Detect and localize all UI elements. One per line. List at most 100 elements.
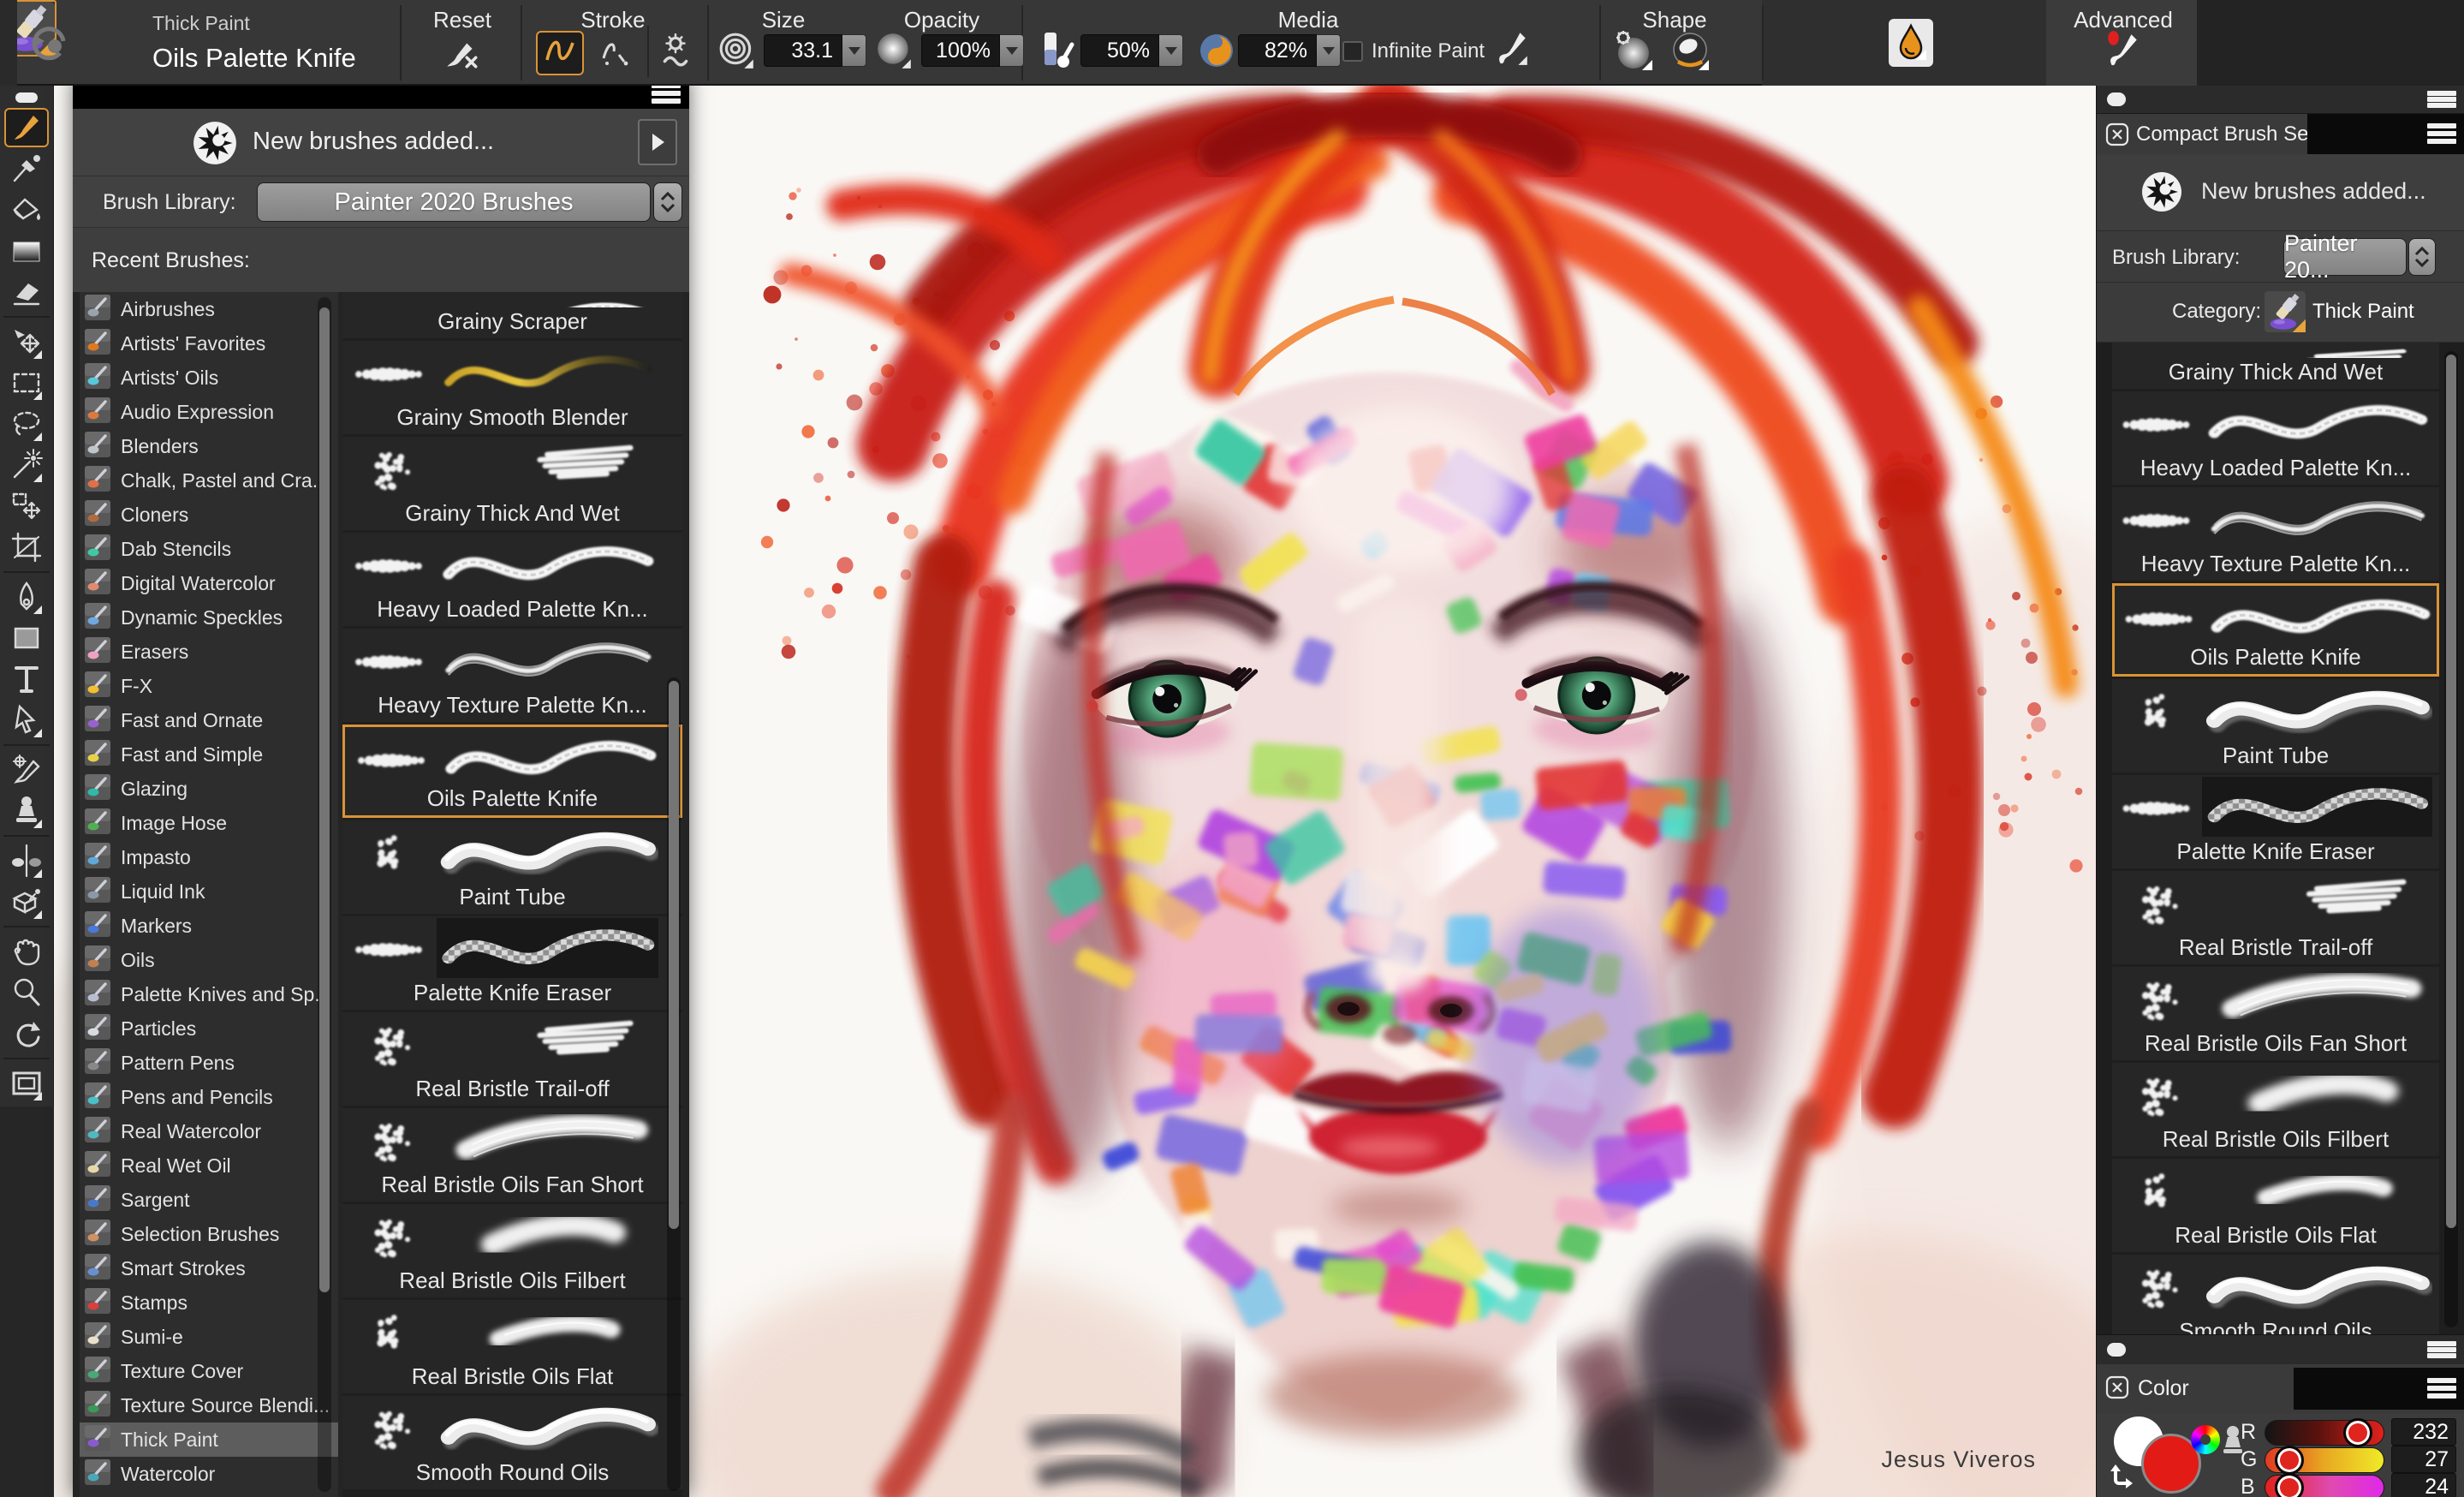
category-item-f-x[interactable]: F-X [80, 669, 338, 703]
tool-lasso-icon[interactable] [4, 404, 49, 444]
stroke-straight-button[interactable] [591, 31, 639, 75]
opacity-value[interactable]: 100% [921, 34, 1000, 67]
brush-variant-grainy-scraper[interactable]: Grainy Scraper [342, 292, 682, 338]
color-dock-strip[interactable] [2097, 1334, 2464, 1364]
media-flow-control[interactable]: 50% [1080, 34, 1183, 67]
category-item-dab-stencils[interactable]: Dab Stencils [80, 532, 338, 566]
tool-clone-stamp-icon[interactable] [4, 791, 49, 831]
category-item-stamps[interactable]: Stamps [80, 1285, 338, 1320]
category-item-image-hose[interactable]: Image Hose [80, 806, 338, 840]
media-oil-drop-button[interactable] [1889, 19, 1933, 67]
tool-screen-mode-icon[interactable] [4, 1064, 49, 1103]
category-item-blenders[interactable]: Blenders [80, 429, 338, 463]
color-close-icon[interactable] [2105, 1375, 2129, 1404]
category-item-fast-and-simple[interactable]: Fast and Simple [80, 737, 338, 772]
color-dock-dot-icon[interactable] [2107, 1343, 2126, 1357]
category-item-oils[interactable]: Oils [80, 943, 338, 977]
category-item-cloners[interactable]: Cloners [80, 498, 338, 532]
toolbox-drag-handle[interactable] [15, 92, 38, 103]
channel-slider-handle[interactable] [2275, 1446, 2304, 1475]
category-item-watercolor[interactable]: Watercolor [80, 1457, 338, 1491]
channel-value[interactable]: 232 [2391, 1418, 2456, 1446]
panel-dock-strip[interactable] [2097, 86, 2464, 114]
category-item-glazing[interactable]: Glazing [80, 772, 338, 806]
tool-pen-icon[interactable] [4, 577, 49, 617]
channel-value[interactable]: 24 [2391, 1473, 2456, 1497]
category-item-erasers[interactable]: Erasers [80, 635, 338, 669]
category-scrollbar[interactable] [318, 297, 331, 1492]
advanced-brush-settings-icon[interactable] [2103, 29, 2142, 73]
category-item-pens-and-pencils[interactable]: Pens and Pencils [80, 1080, 338, 1114]
stroke-freehand-button[interactable] [536, 31, 584, 75]
brush-variant-heavy-loaded-palette-kn-[interactable]: Heavy Loaded Palette Kn... [2112, 391, 2439, 485]
media-blend-value[interactable]: 82% [1238, 34, 1317, 67]
tool-layer-adjuster-icon[interactable] [4, 322, 49, 361]
tool-transform-select-icon[interactable] [4, 486, 49, 526]
brush-variant-paint-tube[interactable]: Paint Tube [2112, 679, 2439, 772]
cbs-library-select[interactable]: Painter 20... [2283, 230, 2407, 283]
opacity-dropdown-arrow-icon[interactable] [1000, 34, 1024, 67]
category-item-selection-brushes[interactable]: Selection Brushes [80, 1217, 338, 1251]
category-item-sumi-e[interactable]: Sumi-e [80, 1320, 338, 1354]
size-dropdown-arrow-icon[interactable] [842, 34, 866, 67]
brush-variant-palette-knife-eraser[interactable]: Palette Knife Eraser [342, 916, 682, 1010]
media-blend-control[interactable]: 82% [1238, 34, 1341, 67]
category-item-digital-watercolor[interactable]: Digital Watercolor [80, 566, 338, 600]
cbs-scrollbar-thumb[interactable] [2446, 355, 2456, 1228]
brush-variant-grainy-smooth-blender[interactable]: Grainy Smooth Blender [342, 341, 682, 434]
tool-rect-select-icon[interactable] [4, 363, 49, 403]
category-item-real-watercolor[interactable]: Real Watercolor [80, 1114, 338, 1148]
tool-rotate-page-icon[interactable] [4, 1014, 49, 1053]
color-dock-menu-icon[interactable] [2427, 1341, 2456, 1358]
media-blend-icon[interactable] [1197, 31, 1236, 75]
brush-variant-palette-knife-eraser[interactable]: Palette Knife Eraser [2112, 775, 2439, 868]
dock-menu-icon[interactable] [2427, 91, 2456, 108]
category-item-thick-paint[interactable]: Thick Paint [80, 1422, 338, 1457]
tool-dropper-icon[interactable] [4, 149, 49, 188]
tool-perspective-icon[interactable] [4, 882, 49, 921]
brush-variant-real-bristle-oils-flat[interactable]: Real Bristle Oils Flat [2112, 1159, 2439, 1252]
banner-forward-button[interactable] [638, 119, 677, 165]
category-item-particles[interactable]: Particles [80, 1011, 338, 1046]
tool-paint-bucket-icon[interactable] [4, 190, 49, 230]
media-flow-dropdown-icon[interactable] [1159, 34, 1183, 67]
brush-panel-menu-icon[interactable] [652, 83, 681, 104]
brush-variant-real-bristle-oils-fan-short[interactable]: Real Bristle Oils Fan Short [2112, 967, 2439, 1060]
brush-variant-oils-palette-knife[interactable]: Oils Palette Knife [342, 725, 682, 818]
tool-magnifier-icon[interactable] [4, 973, 49, 1012]
shape-dab-icon[interactable] [1669, 29, 1711, 76]
variant-scrollbar-thumb[interactable] [669, 681, 679, 1229]
category-item-impasto[interactable]: Impasto [80, 840, 338, 874]
category-item-texture-cover[interactable]: Texture Cover [80, 1354, 338, 1388]
color-wheel-icon[interactable] [2191, 1425, 2220, 1454]
brush-library-select[interactable]: Painter 2020 Brushes [257, 182, 651, 222]
size-value-control[interactable]: 33.1 [764, 34, 866, 67]
channel-slider-handle[interactable] [2275, 1473, 2304, 1497]
brush-variant-real-bristle-oils-fan-short[interactable]: Real Bristle Oils Fan Short [342, 1108, 682, 1202]
media-blend-dropdown-icon[interactable] [1317, 34, 1341, 67]
media-brush-icon[interactable] [1491, 27, 1531, 71]
category-item-audio-expression[interactable]: Audio Expression [80, 395, 338, 429]
size-value[interactable]: 33.1 [764, 34, 842, 67]
shape-settings-icon[interactable] [1613, 29, 1654, 76]
tool-shape-select-icon[interactable] [4, 701, 49, 740]
tool-mirror-painting-icon[interactable] [4, 841, 49, 880]
cbs-menu-icon[interactable] [2427, 123, 2456, 144]
category-item-texture-source-blendi-[interactable]: Texture Source Blendi... [80, 1388, 338, 1422]
channel-value[interactable]: 27 [2391, 1446, 2456, 1473]
channel-slider[interactable] [2265, 1446, 2384, 1475]
brush-variant-smooth-round-oils[interactable]: Smooth Round Oils [342, 1396, 682, 1489]
channel-slider[interactable] [2265, 1418, 2384, 1447]
tool-brush-icon[interactable] [4, 108, 49, 147]
tool-grabber-icon[interactable] [4, 932, 49, 971]
reset-brush-icon[interactable] [442, 33, 481, 76]
category-item-markers[interactable]: Markers [80, 909, 338, 943]
new-brushes-banner[interactable]: New brushes added... [73, 109, 689, 176]
brush-variant-real-bristle-oils-filbert[interactable]: Real Bristle Oils Filbert [342, 1204, 682, 1297]
color-panel-header[interactable]: Color [2097, 1364, 2464, 1413]
brush-variant-real-bristle-oils-filbert[interactable]: Real Bristle Oils Filbert [2112, 1063, 2439, 1156]
category-item-sargent[interactable]: Sargent [80, 1183, 338, 1217]
category-item-chalk-pastel-and-cra-[interactable]: Chalk, Pastel and Cra... [80, 463, 338, 498]
cbs-scrollbar[interactable] [2444, 351, 2458, 1327]
brush-library-stepper-icon[interactable] [653, 182, 682, 222]
